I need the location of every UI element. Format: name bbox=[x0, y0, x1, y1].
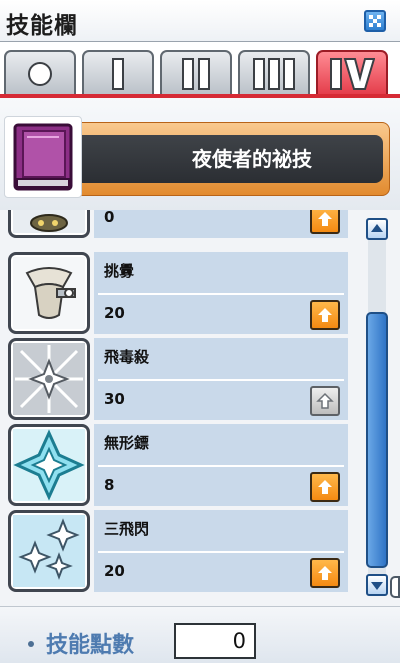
tab-first-job[interactable] bbox=[82, 50, 154, 96]
scroll-down-button[interactable] bbox=[366, 574, 388, 596]
skill-up-button[interactable] bbox=[310, 300, 340, 330]
job-name: 夜使者的祕技 bbox=[192, 147, 312, 171]
scroll-up-button[interactable] bbox=[366, 218, 388, 240]
skill-level: 20 bbox=[104, 562, 125, 580]
star-burst-icon bbox=[13, 343, 85, 415]
tab-fourth-job[interactable] bbox=[316, 50, 388, 96]
job-book-frame bbox=[4, 116, 82, 198]
close-icon[interactable] bbox=[364, 10, 386, 32]
skill-up-button[interactable] bbox=[310, 558, 340, 588]
skill-icon-frame[interactable] bbox=[8, 338, 90, 420]
purple-skill-book-icon bbox=[13, 123, 73, 191]
roman-3-icon bbox=[253, 58, 295, 90]
skill-level: 0 bbox=[104, 210, 115, 226]
skill-row: 三飛閃 20 bbox=[0, 508, 352, 594]
circle-icon bbox=[28, 62, 52, 86]
footer-bar: 技能點數 0 bbox=[0, 606, 400, 663]
window-title: 技能欄 bbox=[6, 13, 78, 39]
skill-name: 飛毒殺 bbox=[104, 348, 150, 366]
partial-skill-icon bbox=[13, 210, 85, 233]
skill-row: 無形鏢 8 bbox=[0, 422, 352, 508]
chevron-down-icon bbox=[371, 582, 383, 590]
skill-up-button-disabled bbox=[310, 386, 340, 416]
taunt-scroll-icon bbox=[13, 257, 85, 329]
window-titlebar: 技能欄 bbox=[0, 0, 400, 42]
skill-icon-frame[interactable] bbox=[8, 510, 90, 592]
job-banner-area: 夜使者的祕技 bbox=[0, 98, 400, 210]
scroll-thumb[interactable] bbox=[366, 312, 388, 568]
roman-1-icon bbox=[112, 58, 124, 90]
arrow-up-icon bbox=[318, 480, 332, 494]
skill-row: 0 bbox=[0, 210, 352, 240]
skill-icon-frame[interactable] bbox=[8, 424, 90, 506]
skill-icon-frame[interactable] bbox=[8, 252, 90, 334]
shadow-star-icon bbox=[13, 429, 85, 501]
job-tabs bbox=[0, 42, 400, 98]
arrow-up-icon bbox=[318, 308, 332, 322]
skill-points-label: 技能點數 bbox=[46, 633, 135, 658]
resize-handle[interactable] bbox=[390, 576, 400, 598]
skill-icon-frame bbox=[8, 210, 90, 238]
skill-level: 8 bbox=[104, 476, 115, 494]
roman-4-icon bbox=[330, 58, 375, 90]
roman-2-icon bbox=[182, 58, 210, 90]
bullet-icon bbox=[28, 641, 34, 647]
skill-name: 挑釁 bbox=[104, 262, 135, 280]
skill-list-scrollbar[interactable] bbox=[360, 210, 400, 606]
skill-list: 0 挑釁 20 飛毒殺 30 無形鏢 8 三飛閃 20 bbox=[0, 210, 360, 606]
skill-row: 挑釁 20 bbox=[0, 250, 352, 336]
skill-level: 20 bbox=[104, 304, 125, 322]
arrow-up-icon bbox=[316, 392, 334, 409]
skill-name: 三飛閃 bbox=[104, 520, 150, 538]
chevron-up-icon bbox=[371, 224, 383, 232]
tab-beginner[interactable] bbox=[4, 50, 76, 96]
arrow-up-icon bbox=[318, 566, 332, 580]
skill-row: 飛毒殺 30 bbox=[0, 336, 352, 422]
triple-throw-icon bbox=[13, 515, 85, 587]
skill-points-value: 0 bbox=[232, 629, 246, 653]
arrow-up-icon bbox=[318, 212, 332, 226]
tab-second-job[interactable] bbox=[160, 50, 232, 96]
skill-up-button[interactable] bbox=[310, 210, 340, 234]
skill-level: 30 bbox=[104, 390, 125, 408]
skill-name: 無形鏢 bbox=[104, 434, 150, 452]
tab-third-job[interactable] bbox=[238, 50, 310, 96]
skill-up-button[interactable] bbox=[310, 472, 340, 502]
skill-points-box: 0 bbox=[174, 623, 256, 659]
